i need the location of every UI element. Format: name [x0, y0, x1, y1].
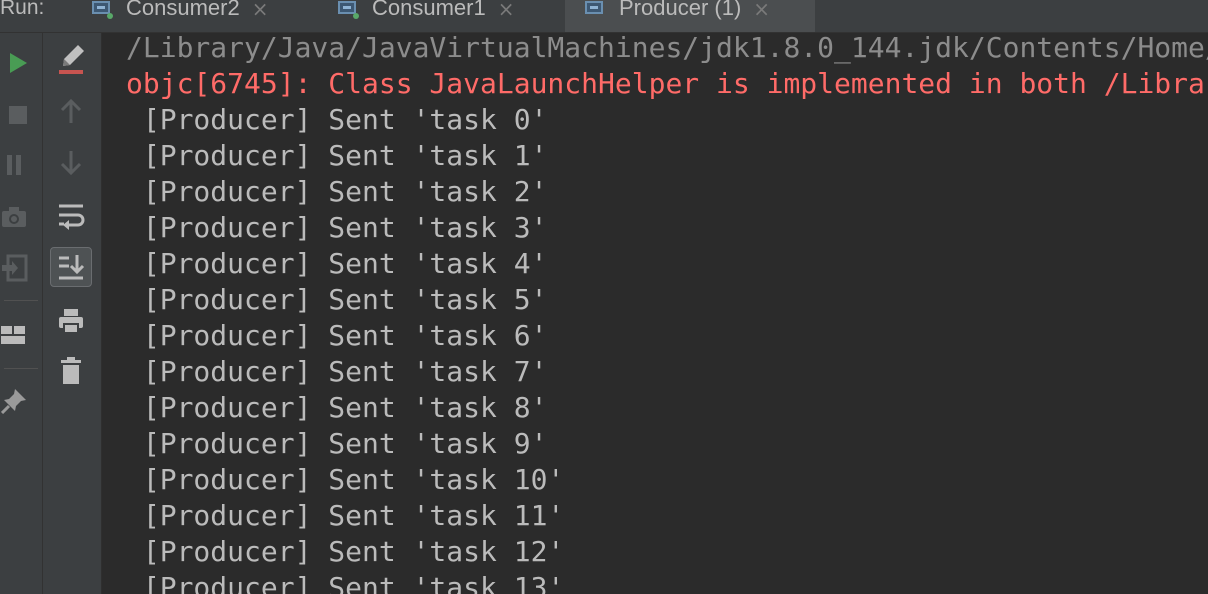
error-line: objc[6745]: Class JavaLaunchHelper is im…: [126, 67, 1208, 100]
exit-icon[interactable]: [0, 253, 28, 283]
down-arrow-icon[interactable]: [57, 147, 85, 179]
toolbar-separator: [4, 300, 38, 301]
tab-label: Consumer2: [126, 0, 240, 20]
tab-producer[interactable]: Producer (1) ×: [565, 0, 815, 32]
tab-consumer2[interactable]: Consumer2 ×: [84, 0, 318, 32]
soft-wrap-icon[interactable]: [55, 200, 87, 232]
output-line: [Producer] Sent 'task 10': [126, 463, 565, 496]
output-line: [Producer] Sent 'task 6': [126, 319, 548, 352]
close-icon[interactable]: ×: [252, 0, 269, 21]
output-line: [Producer] Sent 'task 4': [126, 247, 548, 280]
output-line: [Producer] Sent 'task 8': [126, 391, 548, 424]
tab-consumer1[interactable]: Consumer1 ×: [330, 0, 564, 32]
close-icon[interactable]: ×: [753, 0, 770, 21]
rerun-icon[interactable]: [4, 49, 32, 77]
pin-icon[interactable]: [0, 385, 30, 415]
run-left-toolbar: [0, 33, 43, 594]
stop-icon[interactable]: [4, 101, 32, 129]
pause-icon[interactable]: [0, 151, 28, 179]
output-line: [Producer] Sent 'task 7': [126, 355, 548, 388]
camera-icon[interactable]: [0, 203, 28, 231]
output-line: [Producer] Sent 'task 11': [126, 499, 565, 532]
up-arrow-icon[interactable]: [57, 95, 85, 127]
output-line: [Producer] Sent 'task 2': [126, 175, 548, 208]
command-line: /Library/Java/JavaVirtualMachines/jdk1.8…: [126, 33, 1208, 64]
output-line: [Producer] Sent 'task 5': [126, 283, 548, 316]
tab-label: Consumer1: [372, 0, 486, 20]
trash-icon[interactable]: [55, 355, 87, 387]
tab-label: Producer (1): [619, 0, 742, 20]
console-output[interactable]: /Library/Java/JavaVirtualMachines/jdk1.8…: [102, 33, 1208, 594]
app-icon: [585, 1, 607, 21]
toolbar-separator: [4, 368, 38, 369]
close-icon[interactable]: ×: [498, 0, 515, 21]
output-line: [Producer] Sent 'task 1': [126, 139, 548, 172]
app-run-icon: [92, 1, 114, 21]
print-icon[interactable]: [55, 305, 87, 337]
layout-icon[interactable]: [0, 321, 28, 349]
clear-edit-icon[interactable]: [55, 43, 87, 75]
run-tabbar: Run: Consumer2 × Consumer1 × Producer (1…: [0, 0, 1208, 33]
output-line: [Producer] Sent 'task 12': [126, 535, 565, 568]
output-line: [Producer] Sent 'task 3': [126, 211, 548, 244]
output-line: [Producer] Sent 'task 13': [126, 571, 565, 594]
run-label: Run:: [0, 0, 45, 19]
console-toolbar: [43, 33, 102, 594]
scroll-to-end-icon[interactable]: [50, 247, 92, 287]
app-run-icon: [338, 1, 360, 21]
output-line: [Producer] Sent 'task 9': [126, 427, 548, 460]
output-line: [Producer] Sent 'task 0': [126, 103, 548, 136]
